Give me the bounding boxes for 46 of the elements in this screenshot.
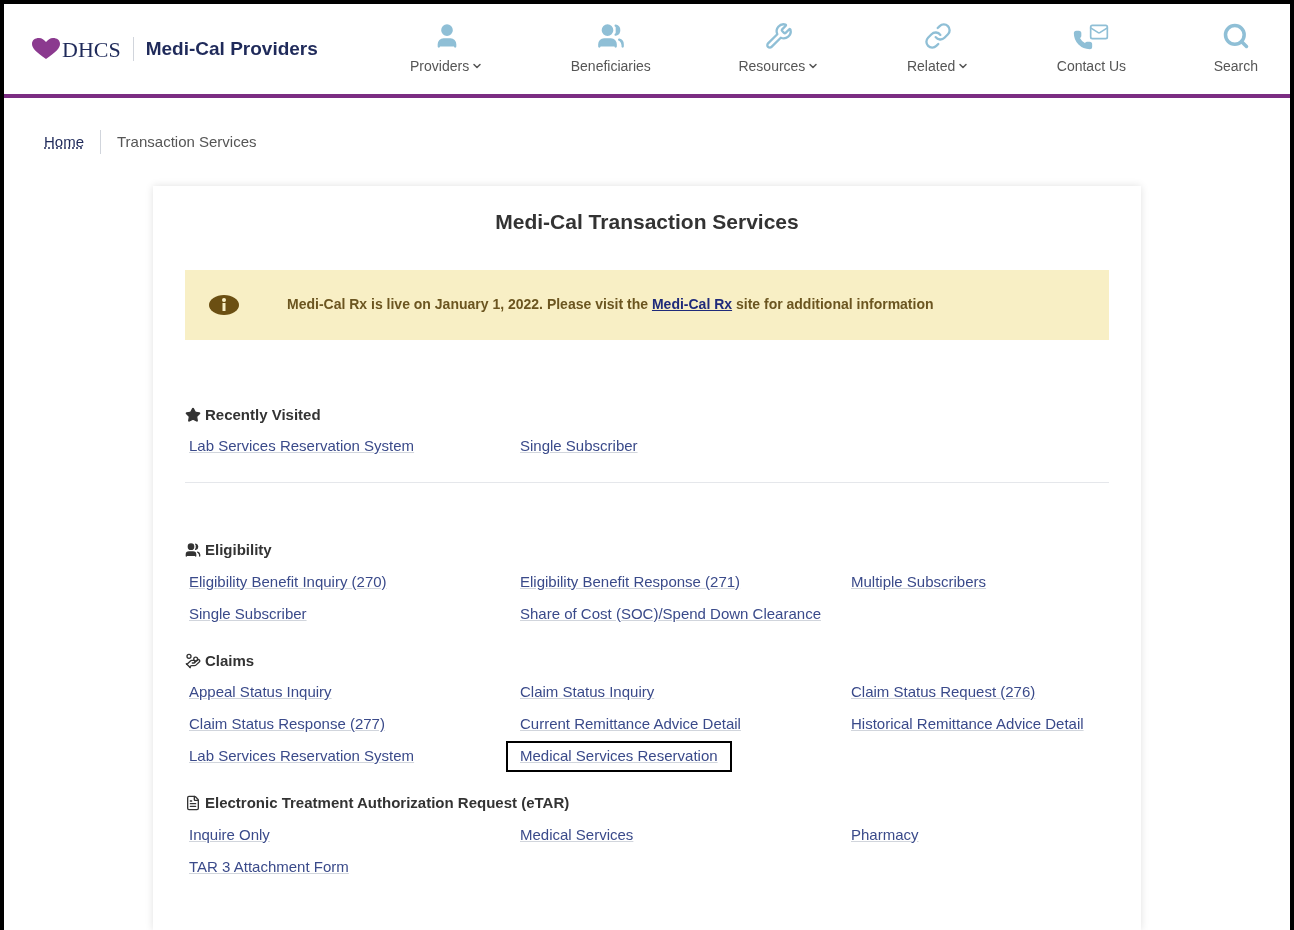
service-link[interactable]: Medical Services Reservation <box>506 741 732 772</box>
service-link[interactable]: Medical Services <box>520 823 634 846</box>
service-link[interactable]: Pharmacy <box>851 823 919 846</box>
service-link[interactable]: Eligibility Benefit Inquiry (270) <box>189 570 387 593</box>
breadcrumb-link[interactable]: Home <box>44 130 84 154</box>
service-link[interactable]: Inquire Only <box>189 823 270 846</box>
service-link[interactable]: Single Subscriber <box>189 602 307 625</box>
service-link[interactable]: Appeal Status Inquiry <box>189 681 332 704</box>
site-title: Medi-Cal Providers <box>145 36 318 61</box>
document-icon <box>185 795 201 812</box>
nav-item[interactable]: Contact Us <box>1048 21 1135 77</box>
nav-item[interactable]: Providers <box>402 21 492 77</box>
service-link[interactable]: Eligibility Benefit Response (271) <box>520 570 741 593</box>
service-link[interactable]: Multiple Subscribers <box>851 570 987 593</box>
link-icon <box>924 21 953 50</box>
wrench-icon <box>764 21 793 50</box>
info-icon <box>209 294 239 315</box>
nav-item[interactable]: Related <box>898 21 978 77</box>
nav-item[interactable]: Search <box>1205 21 1266 77</box>
hand-coin-icon <box>185 652 201 669</box>
service-link[interactable]: Single Subscriber <box>520 435 638 458</box>
service-link[interactable]: Historical Remittance Advice Detail <box>851 713 1084 736</box>
people-icon <box>596 21 625 50</box>
notice-link[interactable]: Medi-Cal Rx <box>651 296 733 312</box>
nav-item[interactable]: Beneficiaries <box>562 21 659 77</box>
service-link[interactable]: Claim Status Response (277) <box>189 713 385 736</box>
service-link[interactable]: TAR 3 Attachment Form <box>189 855 349 878</box>
service-link[interactable]: Claim Status Request (276) <box>851 681 1036 704</box>
service-link[interactable]: Share of Cost (SOC)/Spend Down Clearance <box>520 602 821 625</box>
logo-text: DHCS <box>62 35 121 64</box>
section-heading: Electronic Treatment Authorization Request (eTAR) <box>205 793 570 813</box>
nav-item[interactable]: Resources <box>730 21 828 77</box>
section-heading: Recently Visited <box>205 404 321 425</box>
service-link[interactable]: Lab Services Reservation System <box>189 435 415 458</box>
notice-text: Medi-Cal Rx is live on January 1, 2022. Please visit the Medi-Cal Rx site for additional information <box>287 295 934 314</box>
service-link[interactable]: Current Remittance Advice Detail <box>520 713 741 736</box>
service-link[interactable]: Lab Services Reservation System <box>189 745 415 768</box>
star-icon <box>185 406 201 423</box>
people-icon <box>185 542 201 559</box>
service-link[interactable]: Claim Status Inquiry <box>520 681 655 704</box>
search-icon <box>1221 21 1250 50</box>
page-title: Medi-Cal Transaction Services <box>494 209 800 235</box>
section-heading: Claims <box>205 650 255 671</box>
section-heading: Eligibility <box>205 540 272 560</box>
heart-logo-icon <box>32 38 60 60</box>
breadcrumb-current: Transaction Services <box>117 131 257 152</box>
